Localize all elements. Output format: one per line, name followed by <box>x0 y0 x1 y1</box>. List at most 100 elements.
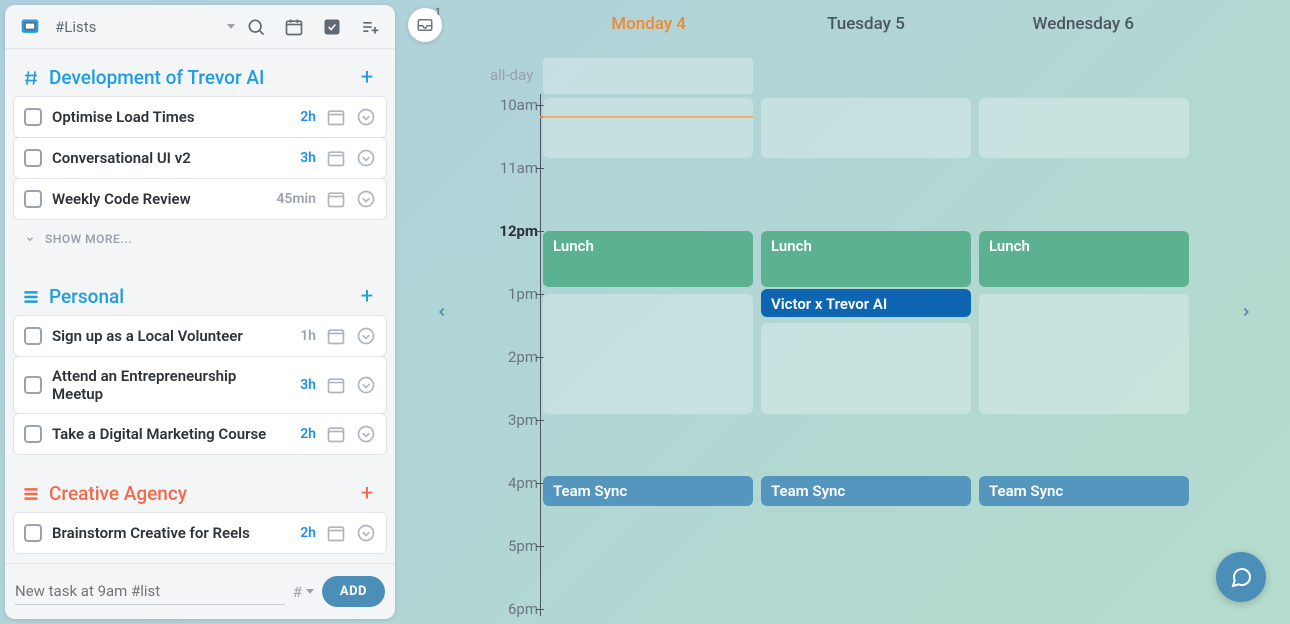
event-team-sync[interactable]: Team Sync <box>543 476 753 506</box>
schedule-icon[interactable] <box>326 189 346 209</box>
more-icon[interactable] <box>356 424 376 444</box>
free-block[interactable] <box>979 98 1189 158</box>
day-header-wed[interactable]: Wednesday 6 <box>975 14 1192 34</box>
task-item[interactable]: Take a Digital Marketing Course 2h <box>13 413 387 455</box>
free-block[interactable] <box>543 98 753 158</box>
task-duration: 2h <box>300 525 316 541</box>
calendar-body[interactable]: Lunch Team Sync Lunch Victor x Trevor AI… <box>540 58 1192 616</box>
free-block[interactable] <box>979 294 1189 414</box>
new-task-input[interactable] <box>15 578 285 605</box>
schedule-icon[interactable] <box>326 375 346 395</box>
list-group-title: Personal <box>49 285 355 308</box>
task-title: Sign up as a Local Volunteer <box>52 327 290 345</box>
hour-label: 6pm <box>490 600 538 618</box>
add-list-icon[interactable] <box>353 10 387 44</box>
task-item[interactable]: Brainstorm Creative for Reels 2h <box>13 512 387 554</box>
list-group-agency: Creative Agency + Brainstorm Creative fo… <box>11 473 389 554</box>
more-icon[interactable] <box>356 375 376 395</box>
lists-dropdown[interactable]: #Lists <box>51 18 235 36</box>
list-group-header[interactable]: Personal + <box>11 276 389 315</box>
task-title: Attend an Entrepreneurship Meetup <box>52 367 290 403</box>
hour-label: 3pm <box>490 411 538 429</box>
sidebar-body: Development of Trevor AI + Optimise Load… <box>5 49 395 563</box>
next-week-button[interactable] <box>1232 298 1260 326</box>
calendar-day-tue: Lunch Victor x Trevor AI Team Sync <box>761 58 971 616</box>
task-duration: 2h <box>300 109 316 125</box>
task-item[interactable]: Sign up as a Local Volunteer 1h <box>13 315 387 357</box>
calendar-day-mon: Lunch Team Sync <box>543 58 753 616</box>
free-block[interactable] <box>761 323 971 414</box>
task-title: Optimise Load Times <box>52 108 290 126</box>
schedule-icon[interactable] <box>326 523 346 543</box>
more-icon[interactable] <box>356 326 376 346</box>
add-button[interactable]: ADD <box>322 576 385 607</box>
event-team-sync[interactable]: Team Sync <box>979 476 1189 506</box>
completed-icon[interactable] <box>315 10 349 44</box>
schedule-icon[interactable] <box>326 148 346 168</box>
task-title: Take a Digital Marketing Course <box>52 425 290 443</box>
task-checkbox[interactable] <box>24 108 42 126</box>
more-icon[interactable] <box>356 523 376 543</box>
event-lunch[interactable]: Lunch <box>979 231 1189 287</box>
event-team-sync[interactable]: Team Sync <box>761 476 971 506</box>
add-task-button[interactable]: + <box>355 65 379 90</box>
schedule-icon[interactable] <box>326 107 346 127</box>
calendar-grid: 10am 11am 12pm 1pm 2pm 3pm 4pm 5pm 6pm L… <box>490 58 1192 616</box>
hour-label: 1pm <box>490 285 538 303</box>
stack-icon <box>21 484 41 504</box>
schedule-icon[interactable] <box>326 326 346 346</box>
task-item[interactable]: Attend an Entrepreneurship Meetup 3h <box>13 356 387 414</box>
task-checkbox[interactable] <box>24 327 42 345</box>
sidebar-footer: # ADD <box>5 563 395 619</box>
calendar-day-headers: Monday 4 Tuesday 5 Wednesday 6 <box>540 14 1192 34</box>
day-header-mon[interactable]: Monday 4 <box>540 14 757 34</box>
inbox-button[interactable]: 1 <box>408 8 442 42</box>
event-lunch[interactable]: Lunch <box>543 231 753 287</box>
add-task-button[interactable]: + <box>355 284 379 309</box>
task-duration: 3h <box>300 377 316 393</box>
task-item[interactable]: Conversational UI v2 3h <box>13 137 387 179</box>
list-group-header[interactable]: Creative Agency + <box>11 473 389 512</box>
hash-selector[interactable]: # <box>293 583 314 601</box>
task-duration: 2h <box>300 426 316 442</box>
free-block[interactable] <box>543 294 753 414</box>
schedule-icon[interactable] <box>326 424 346 444</box>
stack-icon <box>21 287 41 307</box>
show-more-button[interactable]: SHOW MORE... <box>11 220 389 258</box>
calendar-day-wed: Lunch Team Sync <box>979 58 1189 616</box>
more-icon[interactable] <box>356 107 376 127</box>
chat-button[interactable] <box>1216 552 1266 602</box>
task-checkbox[interactable] <box>24 524 42 542</box>
list-group-title: Creative Agency <box>49 482 355 505</box>
more-icon[interactable] <box>356 148 376 168</box>
task-checkbox[interactable] <box>24 376 42 394</box>
prev-week-button[interactable] <box>428 298 456 326</box>
free-block[interactable] <box>761 98 971 158</box>
app-icon[interactable] <box>13 10 47 44</box>
time-axis <box>540 94 541 616</box>
caret-down-icon <box>227 24 235 29</box>
hour-label: 5pm <box>490 537 538 555</box>
task-item[interactable]: Optimise Load Times 2h <box>13 96 387 138</box>
hour-label: 4pm <box>490 474 538 492</box>
show-more-label: SHOW MORE... <box>45 232 132 246</box>
sidebar: #Lists Development of Trevor AI + <box>5 5 395 619</box>
list-group-title: Development of Trevor AI <box>49 66 355 89</box>
hash-icon <box>21 68 41 88</box>
list-group-header[interactable]: Development of Trevor AI + <box>11 57 389 96</box>
event-lunch[interactable]: Lunch <box>761 231 971 287</box>
task-checkbox[interactable] <box>24 425 42 443</box>
lists-label: #Lists <box>55 18 96 36</box>
add-task-button[interactable]: + <box>355 481 379 506</box>
task-checkbox[interactable] <box>24 190 42 208</box>
sidebar-header: #Lists <box>5 5 395 49</box>
search-icon[interactable] <box>239 10 273 44</box>
calendar-icon[interactable] <box>277 10 311 44</box>
task-item[interactable]: Weekly Code Review 45min <box>13 178 387 220</box>
task-checkbox[interactable] <box>24 149 42 167</box>
caret-down-icon <box>306 589 314 594</box>
task-duration: 45min <box>276 191 316 207</box>
more-icon[interactable] <box>356 189 376 209</box>
day-header-tue[interactable]: Tuesday 5 <box>757 14 974 34</box>
event-meeting[interactable]: Victor x Trevor AI <box>761 289 971 317</box>
